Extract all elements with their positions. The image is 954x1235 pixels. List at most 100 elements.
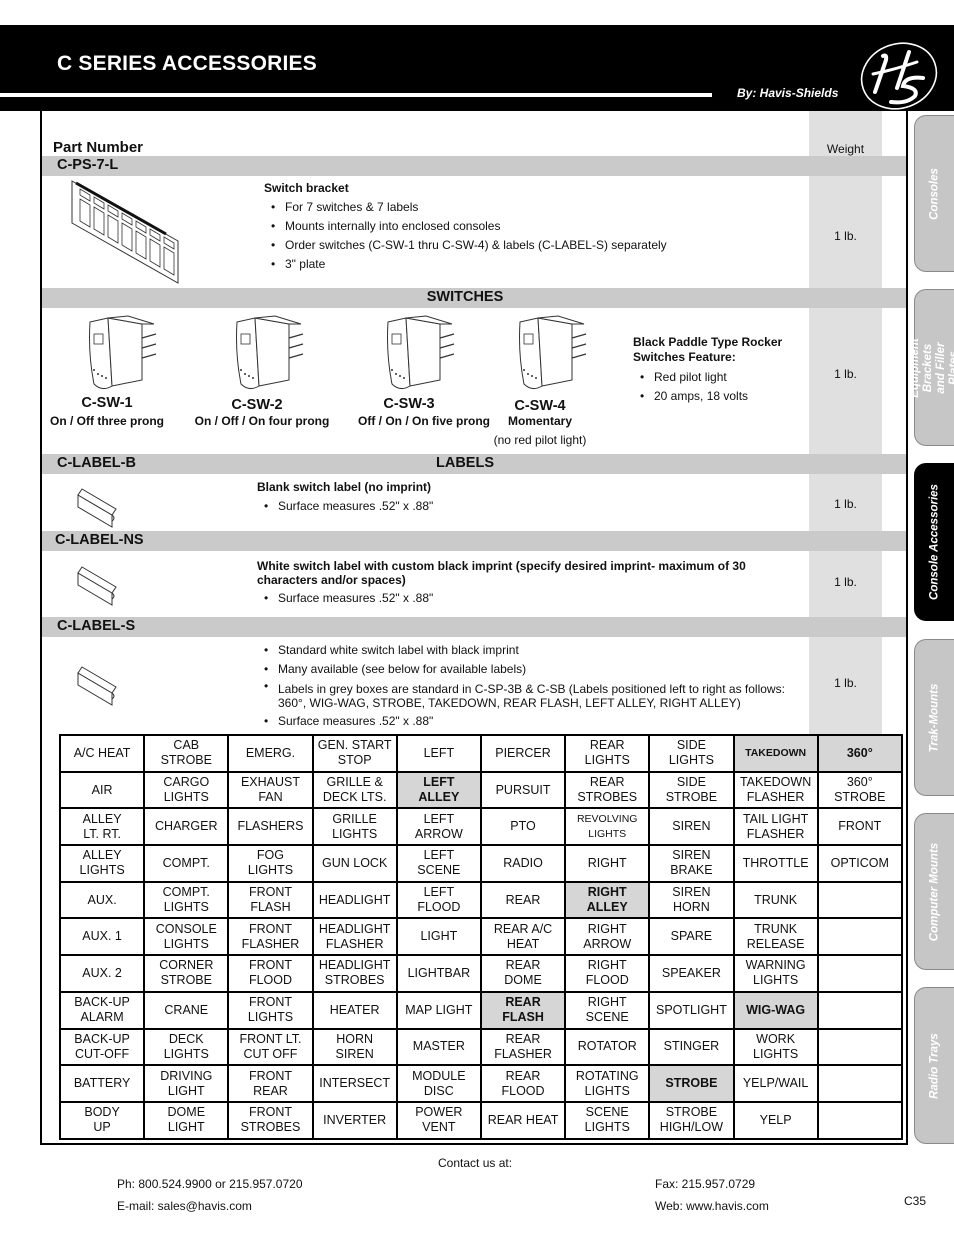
bullet: 20 amps, 18 volts	[633, 387, 803, 406]
bullet: Surface measures .52" x .88"	[257, 589, 747, 608]
label-table-cell: TAIL LIGHT FLASHER	[732, 807, 819, 847]
label-table-cell: YELP	[732, 1100, 819, 1140]
part-band-label-s: C-LABEL-S	[42, 617, 906, 637]
label-table-cell: LEFT	[395, 734, 482, 773]
label-table-cell: LIGHTBAR	[395, 954, 482, 993]
label-table-cell: BODY UP	[58, 1100, 146, 1140]
rocker-switch-image-icon	[236, 315, 304, 390]
label-table-cell: TRUNK	[732, 880, 819, 920]
contact-heading: Contact us at:	[438, 1156, 513, 1170]
label-b-description: Blank switch label (no imprint) Surface …	[257, 478, 433, 516]
weight-value: 1 lb.	[834, 367, 857, 381]
label-table-cell: TAKEDOWN	[732, 734, 819, 773]
bullet: Surface measures .52" x .88"	[257, 497, 433, 516]
label-table-cell: REAR FLASHER	[479, 1027, 567, 1067]
label-table-row: BACK-UP CUT-OFF DECK LIGHTS FRONT LT. CUT …	[58, 1027, 903, 1067]
label-ns-description: White switch label with custom black imp…	[257, 559, 747, 608]
label-table-cell: REAR STROBES	[564, 770, 651, 810]
bullet: Labels in grey boxes are standard in C-S…	[257, 679, 797, 712]
label-table-row: ALLEY LIGHTS COMPT. FOG LIGHTS GUN LOCK LEFT…	[58, 844, 903, 883]
tab-label: Consoles	[928, 167, 940, 220]
weight-value: 1 lb.	[834, 497, 857, 511]
side-tab-equipment-brackets[interactable]: Equipment Brackets and Filler Plates	[909, 289, 954, 446]
switch-part-number: C-SW-1	[81, 395, 133, 411]
page-header: C SERIES ACCESSORIES By: Havis-Shields	[0, 25, 954, 111]
section-title: SWITCHES	[426, 289, 504, 305]
label-table-row: AUX. 1 CONSOLE LIGHTS FRONT FLASHER HEADLIG…	[58, 917, 903, 957]
label-table-cell: STINGER	[648, 1027, 735, 1067]
label-table-cell: RIGHT	[564, 844, 651, 883]
byline: By: Havis-Shields	[737, 86, 839, 100]
label-table-cell: FRONT FLASH	[227, 880, 314, 920]
label-table-cell: YELP/WAIL	[732, 1064, 819, 1103]
side-tab-computer-mounts[interactable]: Computer Mounts	[914, 813, 954, 970]
bullet: Surface measures .52" x .88"	[257, 712, 797, 731]
bullet: Standard white switch label with black i…	[257, 641, 797, 660]
label-table-cell: RADIO	[479, 844, 567, 883]
weight-value: 1 lb.	[834, 229, 857, 243]
description-title: Switch bracket	[264, 181, 349, 195]
label-table-cell: 360° STROBE	[816, 770, 903, 810]
label-table-cell: SPARE	[648, 917, 735, 957]
label-table-cell: HEADLIGHT	[311, 880, 398, 920]
weight-column	[809, 111, 882, 751]
part-band-label-b: C-LABEL-B LABELS	[42, 454, 906, 474]
label-table-cell: WARNING LIGHTS	[732, 954, 819, 993]
label-table-row: A/C HEAT CAB STROBE EMERG. GEN. START STOP L…	[58, 734, 903, 773]
label-table-cell: DOME LIGHT	[143, 1100, 230, 1140]
features-title: Black Paddle Type Rocker Switches Featur…	[633, 335, 783, 364]
switch-part-number: C-SW-3	[383, 396, 435, 412]
label-table-cell: CORNER STROBE	[143, 954, 230, 993]
switch-description: On / Off / On four prong	[194, 414, 330, 428]
section-title: LABELS	[436, 455, 494, 471]
label-table-row: AIR CARGO LIGHTS EXHAUST FAN GRILLE & DECK …	[58, 770, 903, 810]
email-address[interactable]: E-mail: sales@havis.com	[117, 1199, 252, 1213]
part-band-label-ns: C-LABEL-NS	[42, 531, 906, 551]
label-table-cell	[816, 1100, 903, 1140]
side-tab-radio-trays[interactable]: Radio Trays	[914, 987, 954, 1144]
side-tab-trak-mounts[interactable]: Trak-Mounts	[914, 639, 954, 796]
label-table-cell: PURSUIT	[479, 770, 567, 810]
website-link[interactable]: Web: www.havis.com	[655, 1199, 769, 1213]
label-table-cell: LEFT SCENE	[395, 844, 482, 883]
label-table-cell: SIREN HORN	[648, 880, 735, 920]
weight-header: Weight	[826, 142, 865, 156]
switch-description: Momentary	[507, 414, 572, 428]
switch-label-image-icon	[77, 488, 117, 528]
label-table-cell: INVERTER	[311, 1100, 398, 1140]
label-table-cell: GRILLE & DECK LTS.	[311, 770, 398, 810]
switch-note: (no red pilot light)	[493, 433, 587, 447]
label-table-cell: 360°	[816, 734, 903, 773]
label-table-cell	[816, 1027, 903, 1067]
rocker-switch-image-icon	[519, 315, 587, 390]
label-table-cell: REAR HEAT	[479, 1100, 567, 1140]
label-table-cell: WIG-WAG	[732, 990, 819, 1030]
label-table-cell: CONSOLE LIGHTS	[143, 917, 230, 957]
label-table-cell: CAB STROBE	[143, 734, 230, 773]
side-tab-console-accessories[interactable]: Console Accessories	[914, 463, 954, 621]
weight-value: 1 lb.	[834, 575, 857, 589]
label-table-cell: GRILLE LIGHTS	[311, 807, 398, 847]
label-table-cell: FOG LIGHTS	[227, 844, 314, 883]
page-number: C35	[904, 1194, 927, 1208]
label-table-cell: SPEAKER	[648, 954, 735, 993]
label-table-cell: MASTER	[395, 1027, 482, 1067]
label-table-cell: CHARGER	[143, 807, 230, 847]
bullet: 3" plate	[264, 255, 667, 274]
label-table-cell: HORN SIREN	[311, 1027, 398, 1067]
label-table-cell: PTO	[479, 807, 567, 847]
label-table-cell	[816, 954, 903, 993]
tab-label: Computer Mounts	[928, 842, 940, 941]
label-table-cell: TRUNK RELEASE	[732, 917, 819, 957]
label-table-cell: INTERSECT	[311, 1064, 398, 1103]
description-title: Blank switch label (no imprint)	[257, 480, 432, 494]
side-tab-consoles[interactable]: Consoles	[914, 115, 954, 272]
section-band-switches: SWITCHES	[42, 288, 906, 308]
label-table-cell: ROTATING LIGHTS	[564, 1064, 651, 1103]
switch-label-image-icon	[77, 566, 117, 606]
bullet: Order switches (C-SW-1 thru C-SW-4) & la…	[264, 236, 667, 255]
part-number: C-PS-7-L	[57, 157, 119, 173]
label-table-cell: SIREN BRAKE	[648, 844, 735, 883]
label-table-cell: EXHAUST FAN	[227, 770, 314, 810]
switch-features: Black Paddle Type Rocker Switches Featur…	[633, 335, 803, 406]
